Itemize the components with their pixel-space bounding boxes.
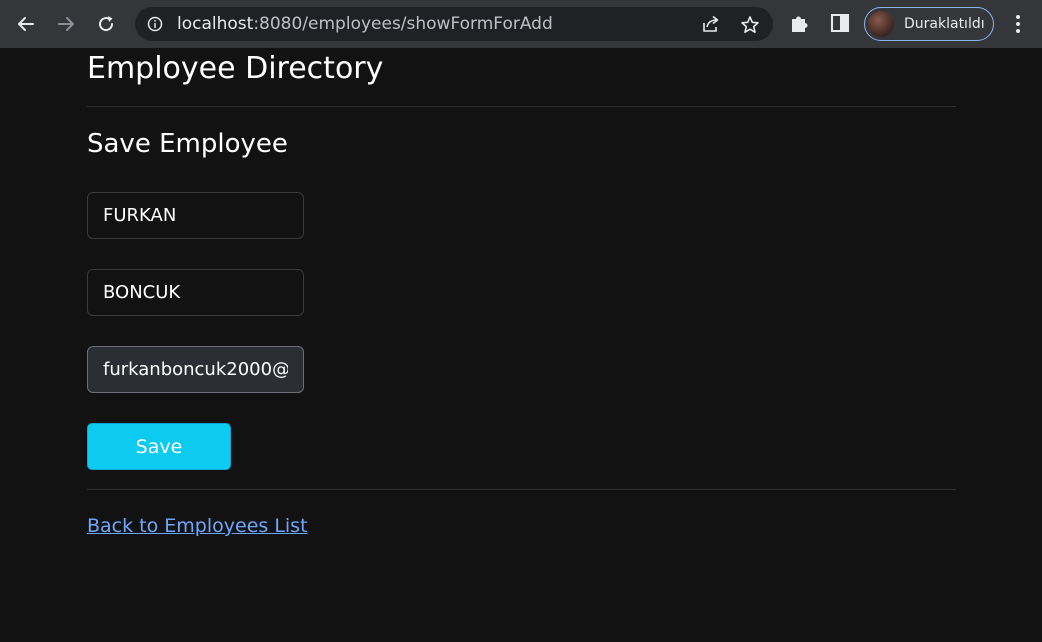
page-title: Employee Directory bbox=[87, 51, 384, 86]
extensions-puzzle-icon[interactable] bbox=[789, 12, 811, 34]
save-button[interactable]: Save bbox=[87, 423, 231, 470]
kebab-menu-icon[interactable] bbox=[1008, 12, 1028, 36]
address-bar[interactable]: localhost:8080/employees/showFormForAdd bbox=[135, 7, 773, 41]
page-content: Employee Directory Save Employee Save Ba… bbox=[0, 48, 1042, 642]
url-path: :8080/employees/showFormForAdd bbox=[253, 14, 553, 34]
side-panel-icon[interactable] bbox=[829, 12, 851, 34]
profile-button[interactable]: Duraklatıldı bbox=[864, 7, 994, 41]
browser-toolbar: localhost:8080/employees/showFormForAdd … bbox=[0, 0, 1042, 48]
divider bbox=[87, 106, 956, 107]
avatar bbox=[868, 11, 894, 37]
url-host: localhost bbox=[177, 14, 254, 34]
reload-icon[interactable] bbox=[94, 12, 118, 36]
profile-status-label: Duraklatıldı bbox=[904, 16, 985, 32]
back-arrow-icon[interactable] bbox=[14, 12, 38, 36]
url-text[interactable]: localhost:8080/employees/showFormForAdd bbox=[177, 14, 553, 34]
share-icon[interactable] bbox=[701, 15, 721, 33]
site-info-icon[interactable] bbox=[147, 16, 163, 32]
back-to-list-link[interactable]: Back to Employees List bbox=[87, 515, 308, 537]
first-name-input[interactable] bbox=[87, 192, 304, 239]
forward-arrow-icon[interactable] bbox=[54, 12, 78, 36]
email-input[interactable] bbox=[87, 346, 304, 393]
bookmark-star-icon[interactable] bbox=[740, 15, 760, 35]
form-heading: Save Employee bbox=[87, 129, 288, 159]
divider bbox=[87, 489, 956, 490]
last-name-input[interactable] bbox=[87, 269, 304, 316]
